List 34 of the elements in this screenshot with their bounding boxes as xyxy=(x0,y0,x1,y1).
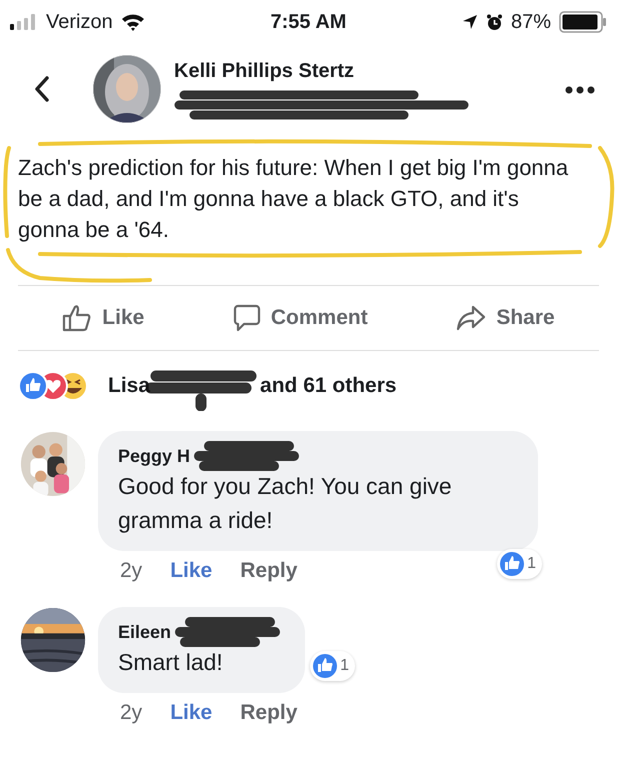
thumbs-up-icon xyxy=(62,304,92,332)
battery-icon xyxy=(558,11,607,33)
like-reaction-icon xyxy=(312,653,338,679)
reply-link[interactable]: Reply xyxy=(240,559,298,583)
comment-text: Good for you Zach! You can give gramma a ride! xyxy=(118,472,453,535)
comment-button[interactable]: Comment xyxy=(226,298,374,338)
like-link[interactable]: Like xyxy=(170,701,212,725)
comment-text: Smart lad! xyxy=(118,648,224,677)
like-count-badge: 1 xyxy=(497,549,542,579)
alarm-icon xyxy=(486,14,503,30)
reaction-count[interactable]: and 61 others xyxy=(260,374,397,398)
clock-time: 7:55 AM xyxy=(270,10,346,34)
like-reaction-icon xyxy=(499,551,526,577)
comment-time: 2y xyxy=(120,559,142,583)
speech-bubble-icon xyxy=(232,304,261,332)
like-count-badge: 1 xyxy=(310,651,356,681)
author-name[interactable]: Kelli Phillips Stertz xyxy=(174,60,559,82)
share-arrow-icon xyxy=(456,305,486,331)
commenter-name[interactable]: Eileen xyxy=(118,622,172,642)
carrier-name: Verizon xyxy=(46,10,113,34)
post-text: Zach's prediction for his future: When I get big I'm gonna be a dad, and I'm gonna have a black GTO, and it's gonna be a '64. xyxy=(18,154,570,244)
battery-percent: 87% xyxy=(510,10,551,34)
comment-time: 2y xyxy=(120,701,142,725)
commenter-name[interactable]: Peggy H xyxy=(118,446,190,466)
like-link[interactable]: Like xyxy=(170,559,212,583)
reply-link[interactable]: Reply xyxy=(240,701,298,725)
signal-icon xyxy=(10,14,38,30)
location-arrow-icon xyxy=(462,14,478,30)
back-chevron-icon xyxy=(34,76,50,102)
wifi-icon xyxy=(120,13,145,31)
share-button[interactable]: Share xyxy=(450,299,561,337)
like-button[interactable]: Like xyxy=(56,298,150,338)
reactor-name[interactable]: Lisa xyxy=(108,374,150,398)
more-dots-icon xyxy=(565,86,595,94)
